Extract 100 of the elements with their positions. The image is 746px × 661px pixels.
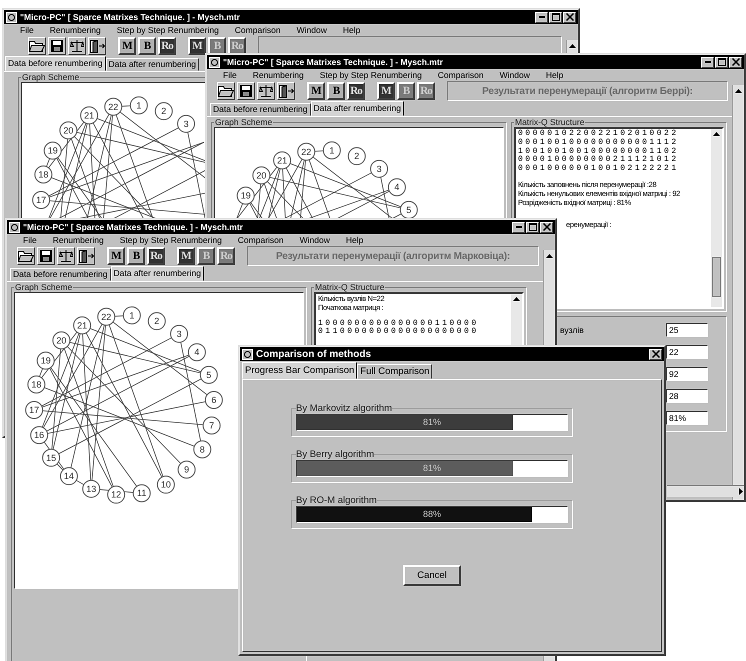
tab[interactable]: Data before renumbering (210, 103, 311, 116)
menu-item[interactable]: Comparison (438, 69, 484, 81)
minimize-button[interactable] (535, 12, 548, 22)
field-label: вузлів (560, 325, 584, 335)
close-icon (732, 58, 740, 66)
toolbar-button[interactable]: B (327, 82, 345, 100)
toolbar-button[interactable] (88, 37, 106, 55)
graph-node: 9 (178, 460, 196, 479)
group-label: Graph Scheme (214, 117, 274, 127)
menu-item[interactable]: Step by Step Renumbering (320, 69, 422, 81)
tab[interactable]: Data after renumbering (310, 101, 404, 116)
menu-item[interactable]: Renumbering (52, 234, 104, 246)
scroll-thumb[interactable] (712, 257, 721, 297)
graph-node: 3 (177, 114, 196, 133)
toolbar-button[interactable] (77, 247, 95, 265)
close-button[interactable] (540, 222, 553, 232)
scrollbar[interactable] (711, 129, 722, 307)
toolbar-button[interactable]: M (377, 82, 395, 100)
maximize-button[interactable] (526, 222, 539, 232)
menu-item[interactable]: File (223, 69, 237, 81)
window-title: Comparison of methods (256, 348, 372, 360)
group-label: By Markovitz algorithm (296, 403, 392, 414)
group-label: Matrix-Q Structure (314, 282, 386, 292)
tab[interactable]: Data before renumbering (5, 56, 106, 71)
menu-item[interactable]: File (20, 24, 34, 36)
toolbar-button[interactable] (28, 37, 46, 55)
toolbar-button[interactable] (257, 82, 275, 100)
up-arrow-icon (713, 132, 720, 136)
value-field[interactable]: 92 (666, 367, 708, 381)
graph-node: 4 (388, 178, 406, 196)
graph-node: 5 (400, 200, 418, 219)
close-button[interactable] (563, 12, 576, 22)
matrix-row-text: 1000000000000000110000 (318, 320, 480, 328)
tab[interactable]: Data after renumbering (110, 266, 204, 281)
value-field[interactable]: 81% (666, 411, 708, 425)
graph-node: 1 (122, 306, 141, 324)
toolbar-button[interactable] (217, 82, 235, 100)
toolbar-button[interactable]: B (138, 37, 156, 55)
value-field[interactable]: 22 (666, 345, 708, 359)
value-field[interactable]: 25 (666, 323, 708, 337)
graph-node: 2 (348, 147, 366, 166)
minimize-button[interactable] (701, 56, 714, 68)
menu-item[interactable]: Comparison (238, 234, 284, 246)
toolbar-button[interactable]: Ro (147, 247, 165, 265)
group-label: Matrix-Q Structure (514, 117, 586, 127)
value-field[interactable]: 28 (666, 389, 708, 403)
graph-node: 20 (52, 331, 70, 350)
close-button[interactable] (649, 348, 662, 360)
graph-node: 2 (154, 102, 173, 120)
toolbar-button[interactable] (37, 247, 55, 265)
menu-item[interactable]: Help (546, 69, 564, 81)
tab[interactable]: Full Comparison (357, 364, 432, 379)
menu-item[interactable]: Help (346, 234, 364, 246)
menu-item[interactable]: Window (300, 234, 330, 246)
toolbar-button[interactable]: M (107, 247, 125, 265)
toolbar-button[interactable] (277, 82, 295, 100)
menu-item[interactable]: Renumbering (252, 69, 304, 81)
menu-item[interactable]: File (23, 234, 37, 246)
scrollbar[interactable] (732, 85, 744, 500)
graph-node: 19 (236, 186, 255, 205)
tab[interactable]: Data after renumbering (106, 58, 199, 71)
menu-item[interactable]: Step by Step Renumbering (116, 24, 219, 36)
menu-item[interactable]: Help (342, 24, 360, 36)
graph-node: 20 (252, 166, 270, 184)
graph-node: 14 (60, 467, 78, 486)
scrollbar[interactable] (667, 485, 744, 497)
door-exit-icon (278, 84, 294, 98)
close-button[interactable] (729, 56, 742, 68)
toolbar-button[interactable] (237, 82, 255, 100)
maximize-icon (718, 58, 726, 66)
toolbar-button[interactable]: M (188, 37, 206, 55)
graph-node: 10 (156, 476, 175, 494)
menu-item[interactable]: Window (296, 24, 327, 36)
toolbar-button[interactable] (57, 247, 75, 265)
toolbar-button[interactable]: B (127, 247, 145, 265)
maximize-button[interactable] (549, 12, 562, 22)
group-label: Graph Scheme (14, 282, 74, 292)
toolbar-button[interactable]: M (177, 247, 195, 265)
window-title: "Micro-PC" [ Sparce Matrixes Technique. ] - Mysch.mtr (223, 57, 444, 67)
graph-node: 22 (104, 98, 122, 116)
toolbar-button[interactable] (17, 247, 35, 265)
menu-item[interactable]: Comparison (234, 24, 281, 36)
toolbar-button[interactable]: Ro (347, 82, 365, 100)
toolbar-button[interactable]: M (307, 82, 325, 100)
tab[interactable]: Data before renumbering (10, 268, 111, 281)
menu-item[interactable]: Window (500, 69, 530, 81)
toolbar-button[interactable] (68, 37, 86, 55)
menu-item[interactable]: Renumbering (50, 24, 101, 36)
maximize-button[interactable] (715, 56, 728, 68)
toolbar-button[interactable]: Ro (158, 37, 176, 55)
toolbar-button[interactable]: M (118, 37, 136, 55)
graph-node: 3 (170, 324, 188, 343)
cancel-button[interactable]: Cancel (403, 565, 461, 586)
tab[interactable]: Progress Bar Comparison (242, 362, 358, 379)
up-arrow-icon (546, 254, 553, 258)
close-icon (566, 13, 574, 21)
menu-item[interactable]: Step by Step Renumbering (120, 234, 222, 246)
graph-node: 21 (80, 106, 98, 124)
toolbar-button[interactable] (48, 37, 66, 55)
minimize-button[interactable] (512, 222, 525, 232)
